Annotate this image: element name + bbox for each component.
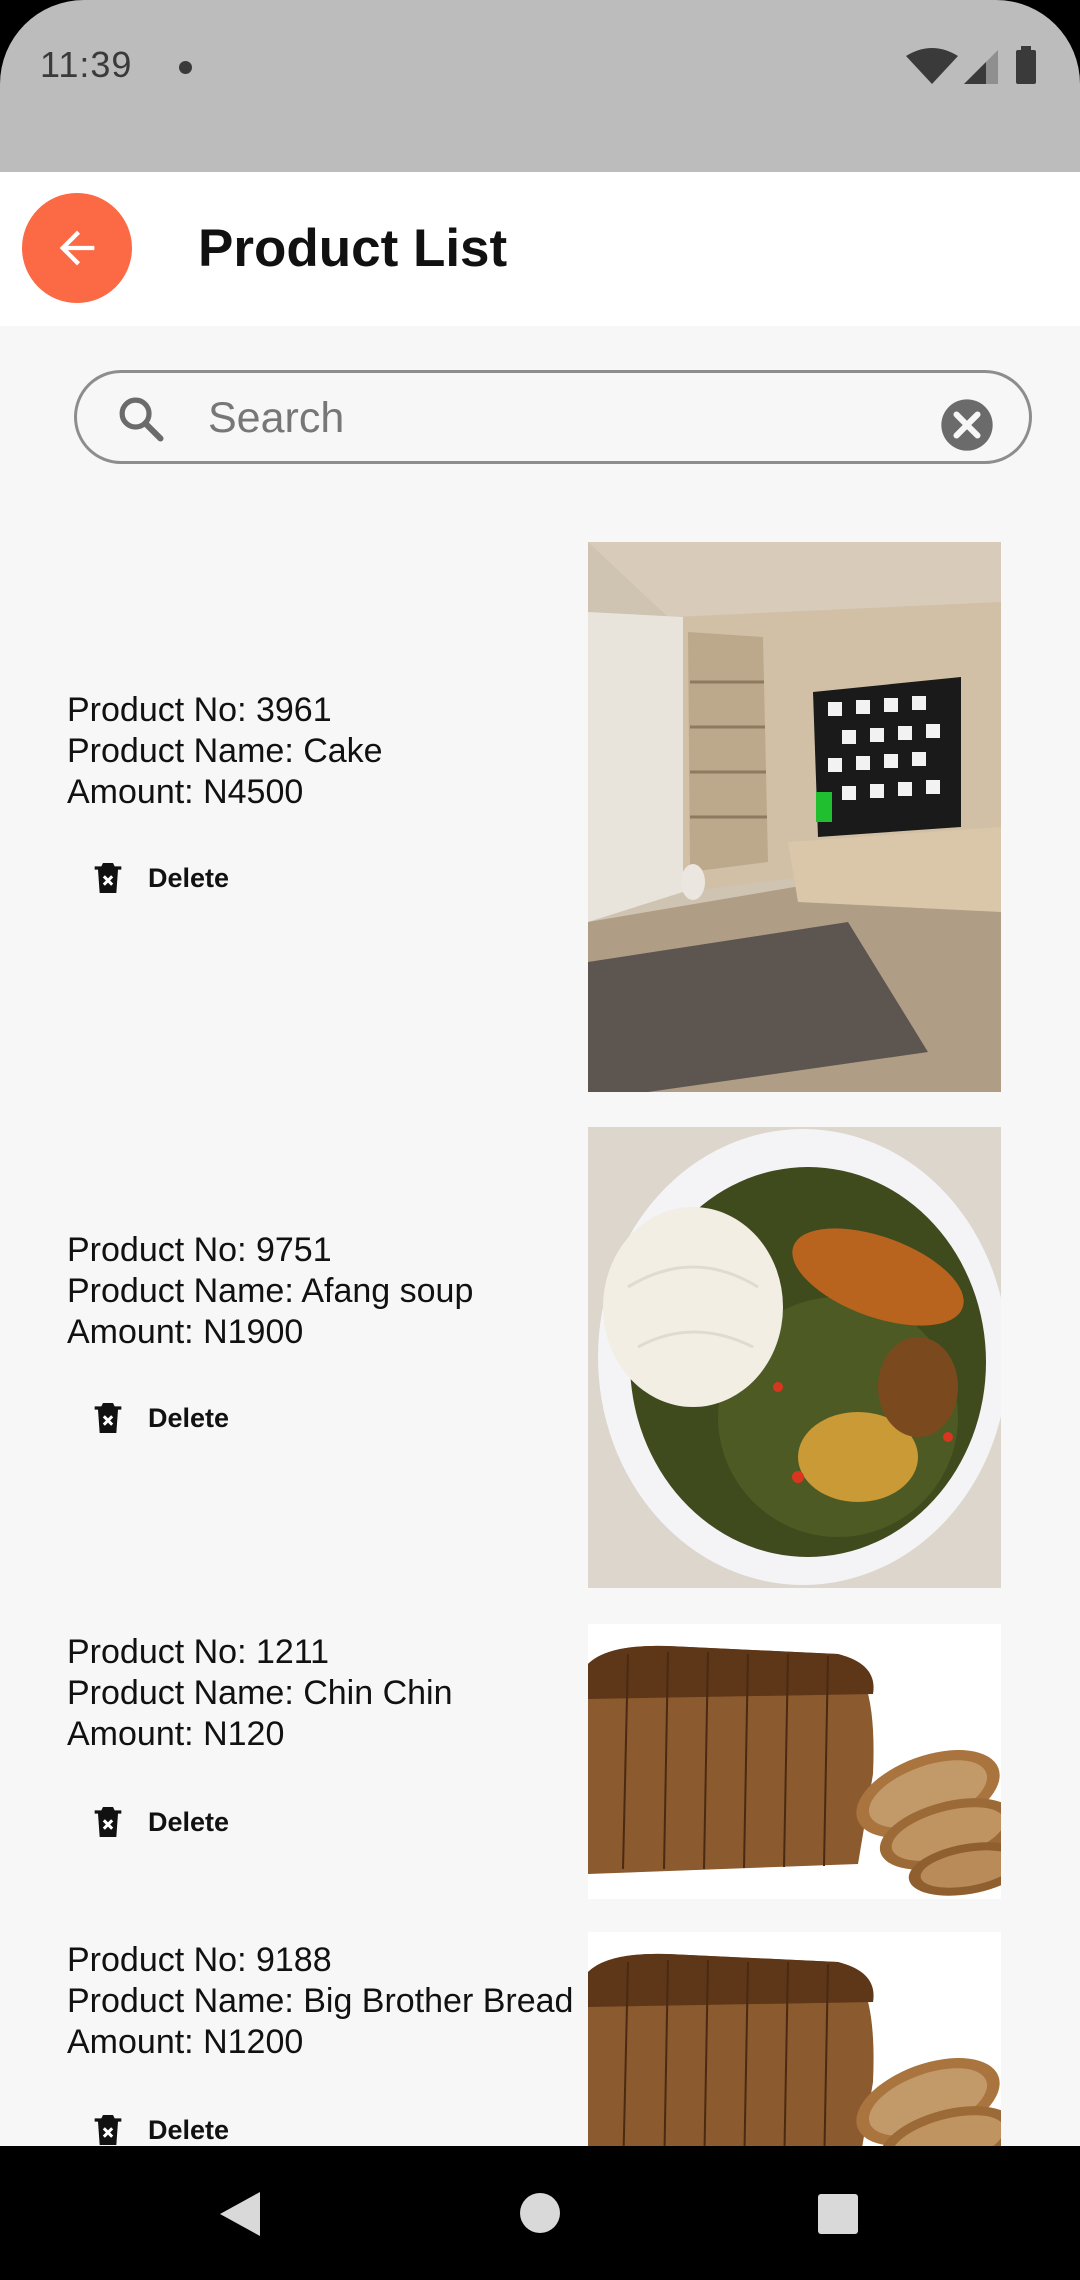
trash-icon [94, 1807, 122, 1837]
search-bar[interactable] [74, 370, 1032, 464]
product-number: Product No: 1211 [67, 1633, 330, 1671]
delete-label: Delete [148, 2114, 230, 2145]
notification-dot-icon [179, 61, 192, 74]
status-icons [906, 46, 1036, 84]
status-time: 11:39 [40, 44, 133, 85]
search-icon [119, 397, 164, 442]
product-image-bread [588, 1932, 1001, 2146]
status-bar: 11:39 [0, 0, 1080, 172]
clear-search-icon[interactable] [939, 397, 995, 453]
product-image-room [588, 542, 1001, 1092]
product-name: Product Name: Cake [67, 732, 383, 770]
trash-icon [94, 863, 122, 893]
product-name: Product Name: Afang soup [67, 1272, 474, 1310]
app-bar: Product List [0, 172, 1080, 326]
trash-icon [94, 2115, 122, 2145]
nav-home-icon[interactable] [518, 2191, 562, 2235]
product-amount: Amount: N1900 [67, 1313, 304, 1351]
delete-label: Delete [148, 1806, 230, 1837]
product-number: Product No: 9188 [67, 1941, 332, 1979]
delete-button[interactable]: Delete [88, 2105, 229, 2146]
product-name: Product Name: Big Brother Bread [67, 1982, 574, 2020]
product-details-1: Product No: 3961 Product Name: Cake Amou… [67, 690, 383, 813]
product-number: Product No: 3961 [67, 691, 332, 729]
nav-recents-icon[interactable] [817, 2193, 859, 2235]
phone-screen: 11:39 Product List Search Product No: 39… [0, 0, 1080, 2280]
product-details-3: Product No: 1211 Product Name: Chin Chin… [67, 1632, 453, 1755]
delete-button[interactable]: Delete [88, 853, 229, 903]
battery-icon [1016, 46, 1036, 84]
wifi-icon [906, 48, 958, 84]
product-amount: Amount: N120 [67, 1715, 285, 1753]
product-amount: Amount: N1200 [67, 2023, 304, 2061]
product-image-soup [588, 1127, 1001, 1588]
product-list-content: Product No: 3961 Product Name: Cake Amou… [0, 326, 1080, 2146]
product-number: Product No: 9751 [67, 1231, 332, 1269]
delete-button[interactable]: Delete [88, 1797, 229, 1847]
back-button[interactable] [22, 193, 132, 303]
page-title: Product List [198, 219, 508, 278]
product-details-2: Product No: 9751 Product Name: Afang sou… [67, 1230, 473, 1353]
trash-icon [94, 1403, 122, 1433]
arrow-left-icon [59, 230, 95, 266]
nav-back-icon[interactable] [216, 2190, 262, 2238]
search-input[interactable] [206, 383, 930, 453]
system-nav-bar [0, 2146, 1080, 2280]
cellular-signal-icon [964, 50, 998, 84]
product-details-4: Product No: 9188 Product Name: Big Broth… [67, 1940, 573, 2063]
product-image-bread [588, 1624, 1001, 1899]
delete-label: Delete [148, 862, 230, 893]
delete-button[interactable]: Delete [88, 1393, 229, 1443]
delete-label: Delete [148, 1402, 230, 1433]
product-amount: Amount: N4500 [67, 773, 304, 811]
product-name: Product Name: Chin Chin [67, 1674, 453, 1712]
